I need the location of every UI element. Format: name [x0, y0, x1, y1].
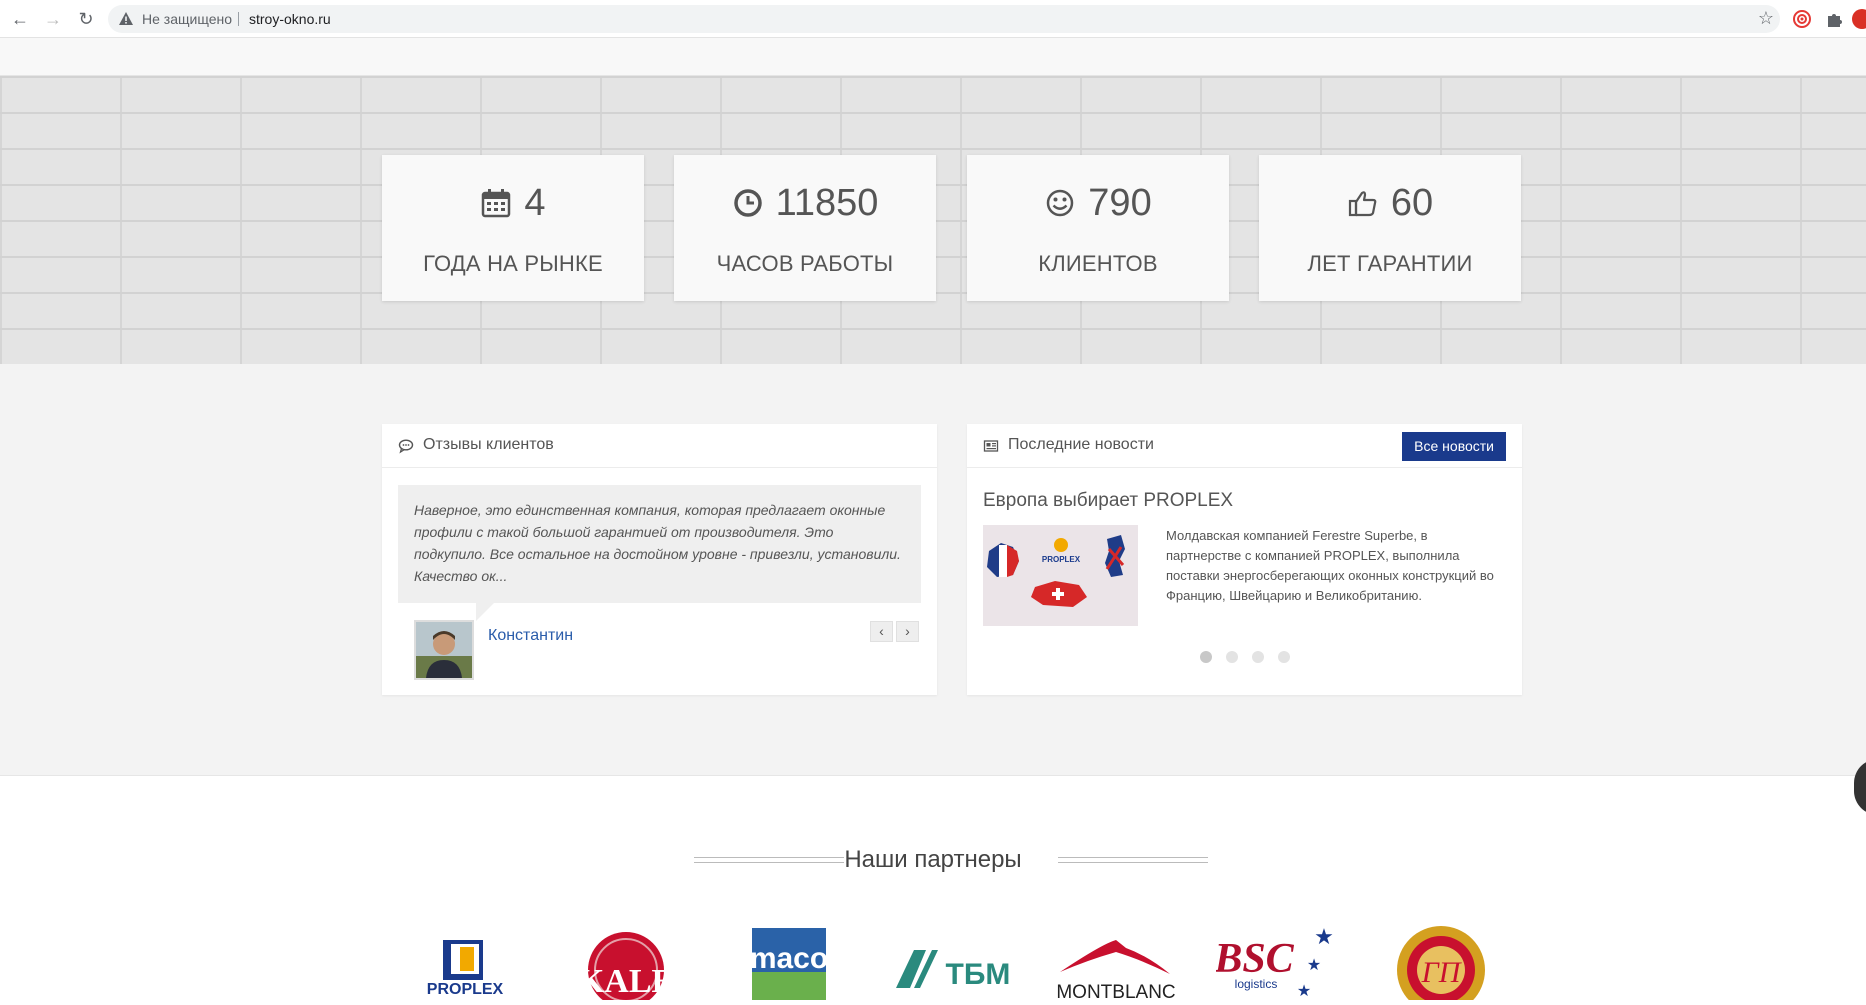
reviews-title: Отзывы клиентов [423, 436, 554, 453]
partner-name: KALE [580, 963, 672, 1000]
partner-logo-proplex[interactable]: PROPLEX [418, 920, 512, 1000]
back-arrow-icon[interactable]: ← [8, 8, 32, 30]
news-pagination [967, 651, 1522, 663]
news-item-text: Молдавская компанией Ferestre Superbe, в… [1166, 528, 1494, 603]
news-header: Последние новости Все новости [967, 424, 1522, 468]
thumbs-up-icon [1348, 191, 1377, 217]
comment-icon [398, 439, 414, 454]
puzzle-extensions-icon[interactable] [1824, 9, 1844, 29]
svg-text:★: ★ [1307, 957, 1321, 974]
all-news-button[interactable]: Все новости [1402, 432, 1506, 461]
stat-label: ЛЕТ ГАРАНТИИ [1307, 251, 1473, 276]
partner-sub: logistics [1235, 977, 1278, 991]
partner-name: BSC [1216, 936, 1295, 982]
thumb-logo-text: PROPLEX [1042, 555, 1081, 564]
pagination-dot[interactable] [1251, 651, 1264, 663]
reload-icon[interactable]: ↻ [74, 8, 98, 30]
forward-arrow-icon[interactable]: → [41, 8, 65, 30]
partner-logo-tbm[interactable]: ТБМ [892, 920, 1014, 1000]
partner-logo-montblanc[interactable]: MONTBLANC [1052, 920, 1180, 1003]
partner-name: maco [750, 942, 828, 975]
next-review-button[interactable]: › [896, 621, 919, 642]
partner-name: ТБМ [946, 958, 1011, 991]
stat-card-hours: 11850 ЧАСОВ РАБОТЫ [674, 155, 936, 301]
reviews-news-section: Отзывы клиентов Наверное, это единственн… [0, 364, 1866, 815]
review-quote: Наверное, это единственная компания, кот… [398, 485, 921, 603]
side-widget[interactable] [1854, 759, 1866, 815]
stat-value: 4 [524, 181, 546, 224]
news-title: Последние новости [1008, 436, 1154, 453]
pagination-dot[interactable] [1277, 651, 1290, 663]
reviews-panel: Отзывы клиентов Наверное, это единственн… [382, 424, 937, 695]
smile-icon [1047, 189, 1074, 217]
pagination-dot[interactable] [1199, 651, 1212, 663]
pagination-dot[interactable] [1225, 651, 1238, 663]
partners-title-text: Наши партнеры [844, 846, 1022, 873]
partner-logo-kale[interactable]: KALE [578, 920, 674, 1005]
site-header [0, 38, 1866, 76]
quote-pointer [476, 603, 494, 621]
calendar-icon [482, 189, 511, 218]
partner-name: PROPLEX [427, 981, 504, 998]
partner-logo-maco[interactable]: maco [748, 920, 830, 1000]
stat-value: 11850 [775, 181, 879, 224]
reviewer-name-link[interactable]: Константин [488, 627, 573, 645]
stat-card-years: 4 ГОДА НА РЫНКЕ [382, 155, 644, 301]
target-extension-icon[interactable] [1792, 9, 1812, 29]
prev-review-button[interactable]: ‹ [870, 621, 893, 642]
partner-name: ГП [1421, 956, 1463, 989]
stat-label: ЧАСОВ РАБОТЫ [716, 251, 894, 276]
stats-section: 4 ГОДА НА РЫНКЕ 11850 ЧАСОВ РАБОТЫ 790 К… [0, 76, 1866, 364]
stat-label: КЛИЕНТОВ [1038, 251, 1158, 276]
reviews-header: Отзывы клиентов [382, 424, 937, 468]
partner-logo-bsc[interactable]: BSC logistics ★ ★ ★ [1213, 920, 1340, 1000]
news-thumbnail[interactable]: PROPLEX [983, 525, 1138, 626]
stat-value: 790 [1088, 181, 1152, 224]
clock-icon [733, 189, 762, 217]
svg-text:★: ★ [1314, 924, 1334, 949]
news-panel: Последние новости Все новости Европа выб… [967, 424, 1522, 695]
svg-text:★: ★ [1297, 983, 1311, 1000]
bookmark-star-icon[interactable]: ☆ [1758, 8, 1774, 29]
insecure-label[interactable]: Не защищено [142, 11, 232, 27]
url-text[interactable]: stroy-okno.ru [249, 11, 331, 27]
partners-title: Наши партнеры [0, 846, 1866, 874]
reviewer-avatar [414, 620, 474, 680]
partner-name: MONTBLANC [1056, 982, 1175, 1000]
warning-icon [119, 12, 133, 25]
stat-card-clients: 790 КЛИЕНТОВ [967, 155, 1229, 301]
stat-label: ГОДА НА РЫНКЕ [423, 251, 603, 276]
stat-value: 60 [1390, 181, 1434, 224]
address-bar[interactable]: Не защищено stroy-okno.ru ☆ [108, 5, 1780, 33]
partner-logo-gp[interactable]: ГП [1394, 920, 1488, 1005]
stat-card-warranty: 60 ЛЕТ ГАРАНТИИ [1259, 155, 1521, 301]
newspaper-icon [983, 440, 999, 452]
omnibox-divider [238, 12, 239, 26]
profile-avatar-icon[interactable] [1852, 9, 1866, 29]
browser-toolbar: ← → ↻ Не защищено stroy-okno.ru ☆ [0, 0, 1866, 38]
news-item-title-link[interactable]: Европа выбирает PROPLEX [983, 490, 1233, 512]
